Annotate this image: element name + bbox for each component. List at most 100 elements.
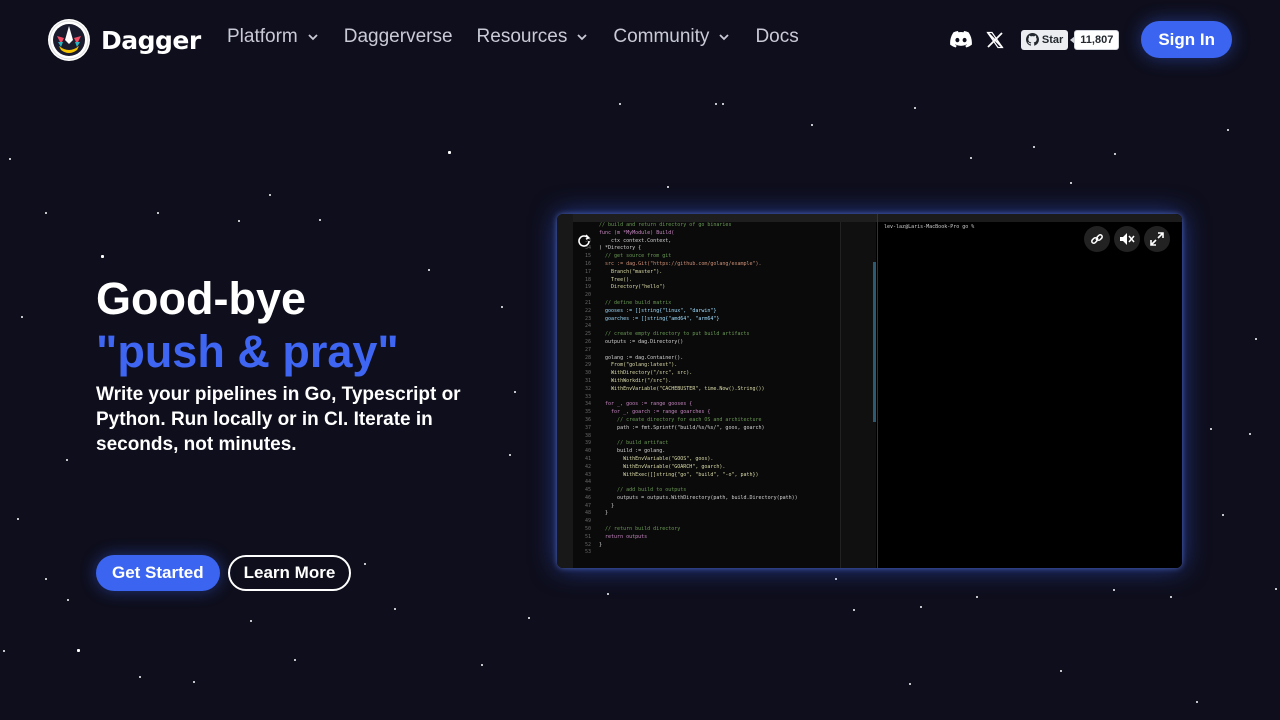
code-line: 36 // create directory for each OS and a… [573, 417, 840, 425]
line-number: 18 [584, 276, 591, 283]
code-text: // create empty directory to put build a… [599, 331, 750, 338]
get-started-button[interactable]: Get Started [96, 555, 220, 591]
line-number: 43 [584, 471, 591, 478]
github-star-widget: Star 11,807 [1020, 29, 1120, 50]
demo-video[interactable]: // build and return directory of go bina… [557, 214, 1182, 568]
code-text: // build and return directory of go bina… [599, 222, 732, 228]
line-number [573, 222, 591, 230]
code-text: WithEnvVariable("GOOS", goos). [599, 455, 714, 462]
code-line: 28 golang := dag.Container(). [573, 355, 840, 363]
line-number: 41 [584, 455, 591, 462]
code-editor: // build and return directory of go bina… [573, 222, 840, 568]
code-text: gooses := []string{"linux", "darwin"} [599, 307, 717, 314]
github-star-button[interactable]: Star [1020, 29, 1069, 50]
nav-item-resources[interactable]: Resources [477, 26, 590, 48]
terminal-panel: lev-laz@Laris-MacBook-Pro go % [877, 214, 1182, 568]
code-text: WithWorkdir("/src"). [599, 377, 672, 384]
line-number: 28 [584, 354, 591, 361]
code-line: 51 return outputs [573, 534, 840, 542]
nav-item-docs[interactable]: Docs [755, 26, 798, 48]
code-text: WithExec([]string{"go", "build", "-o", p… [599, 471, 759, 478]
line-number: 24 [584, 323, 591, 330]
nav-item-community[interactable]: Community [613, 26, 731, 48]
code-line: 38 [573, 433, 840, 441]
sign-in-button[interactable]: Sign In [1141, 21, 1232, 58]
line-number: 26 [584, 338, 591, 345]
code-line: 45 // add build to outputs [573, 487, 840, 495]
line-number: 30 [584, 370, 591, 377]
code-line: 29 From("golang:latest"). [573, 362, 840, 370]
line-number: 51 [584, 533, 591, 540]
code-line: 21 // define build matrix [573, 300, 840, 308]
refresh-icon[interactable] [577, 234, 591, 248]
line-number: 33 [584, 393, 591, 400]
code-text: golang := dag.Container(). [599, 354, 684, 361]
code-line: 22 gooses := []string{"linux", "darwin"} [573, 308, 840, 316]
code-line: 39 // build artifact [573, 440, 840, 448]
line-number: 23 [584, 315, 591, 322]
code-line: func (m *MyModule) Build( [573, 230, 840, 238]
line-number: 32 [584, 385, 591, 392]
line-number: 53 [584, 549, 591, 556]
line-number: 52 [584, 541, 591, 548]
nav-item-daggerverse[interactable]: Daggerverse [344, 26, 453, 48]
code-line: 33 [573, 394, 840, 402]
github-icon [1025, 33, 1039, 46]
line-number: 34 [584, 401, 591, 408]
line-number: 17 [584, 268, 591, 275]
terminal-tab-bar [878, 214, 1182, 222]
code-line: 33 ctx context.Context, [573, 238, 840, 246]
copy-link-icon[interactable] [1084, 226, 1110, 252]
line-number: 22 [584, 307, 591, 314]
code-line: 16 src := dag.Git("https://github.com/go… [573, 261, 840, 269]
code-line: 35 for _, goarch := range goarches { [573, 409, 840, 417]
github-star-label: Star [1041, 33, 1064, 46]
line-number: 35 [584, 409, 591, 416]
code-line: 37 path := fmt.Sprintf("build/%s/%s/", g… [573, 425, 840, 433]
learn-more-button[interactable]: Learn More [227, 555, 352, 591]
nav-item-platform[interactable]: Platform [227, 26, 320, 48]
line-number: 29 [584, 362, 591, 369]
code-line: 48 } [573, 510, 840, 518]
line-number: 16 [584, 260, 591, 267]
line-number: 42 [584, 463, 591, 470]
line-number: 19 [584, 284, 591, 291]
code-line: 23 goarches := []string{"amd64", "arm64"… [573, 316, 840, 324]
line-number: 39 [584, 440, 591, 447]
code-text: // create directory for each OS and arch… [599, 416, 762, 423]
code-text: goarches := []string{"amd64", "arm64"} [599, 315, 720, 322]
code-line: 17 Branch("master"). [573, 269, 840, 277]
code-text: WithDirectory("/src", src). [599, 370, 693, 377]
editor-activity-bar [557, 214, 573, 568]
code-line: 53 [573, 549, 840, 557]
code-line: 49 [573, 518, 840, 526]
line-number: 49 [584, 518, 591, 525]
code-text: WithEnvVariable("GOARCH", goarch). [599, 463, 726, 470]
nav-item-label: Community [613, 26, 710, 47]
nav-item-label: Docs [755, 26, 799, 47]
discord-icon[interactable] [949, 28, 973, 52]
line-number: 47 [584, 502, 591, 509]
logo-link[interactable]: Dagger [48, 19, 201, 61]
nav-item-label: Platform [227, 26, 298, 47]
code-line: 24 [573, 323, 840, 331]
line-number: 50 [584, 526, 591, 533]
code-line: 52} [573, 542, 840, 550]
code-line: 44 [573, 479, 840, 487]
top-nav: Dagger Platform Daggerverse Resources Co… [0, 0, 1280, 80]
nav-item-label: Daggerverse [343, 26, 453, 47]
github-star-count[interactable]: 11,807 [1070, 29, 1120, 50]
code-line: 47 } [573, 503, 840, 511]
line-number: 44 [584, 479, 591, 486]
x-twitter-icon[interactable] [983, 28, 1007, 52]
code-text: ) *Directory { [599, 245, 642, 252]
code-text: // get source from git [599, 253, 672, 260]
line-number: 45 [584, 487, 591, 494]
code-line: 26 outputs := dag.Directory() [573, 339, 840, 347]
mute-icon[interactable] [1114, 226, 1140, 252]
hero-subtitle: Write your pipelines in Go, Typescript o… [96, 384, 461, 455]
code-text: outputs = outputs.WithDirectory(path, bu… [599, 494, 798, 501]
code-line: 42 WithEnvVariable("GOARCH", goarch). [573, 464, 840, 472]
line-number: 37 [584, 424, 591, 431]
fullscreen-icon[interactable] [1144, 226, 1170, 252]
